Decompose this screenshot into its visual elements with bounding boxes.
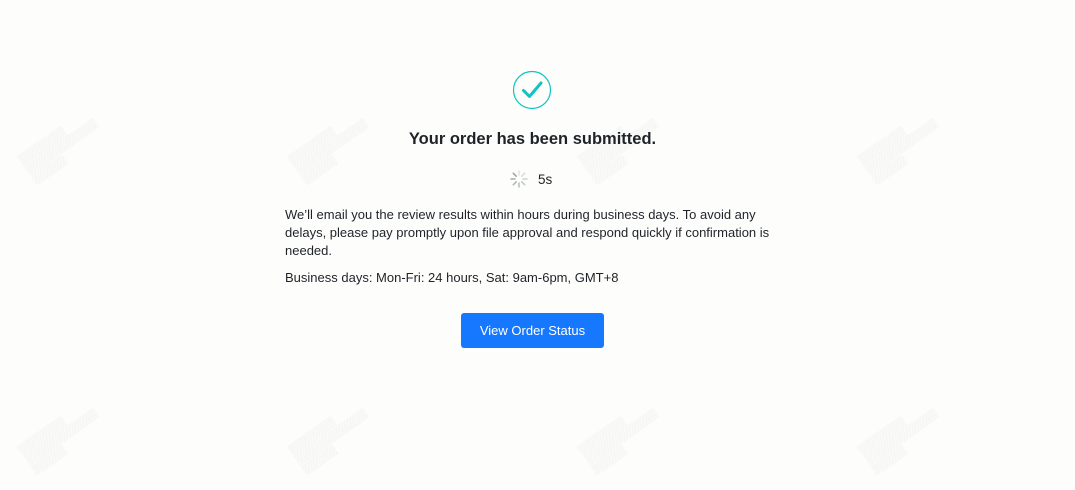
watermark-mark: ▒▒▒▒▒▒▒▒▒▒▒▒▒▒▒▒▒▒▒▒▒▒▒ xyxy=(857,399,947,477)
countdown-value: 5s xyxy=(538,171,553,187)
view-order-status-button[interactable]: View Order Status xyxy=(461,313,604,348)
review-description: We’ll email you the review results withi… xyxy=(285,207,770,258)
watermark-mark: ▒▒▒▒▒▒▒▒▒▒▒▒▒▒▒▒▒▒▒▒▒▒▒ xyxy=(857,109,947,187)
watermark-mark: ▒▒▒▒▒▒▒▒▒▒▒▒▒▒▒▒▒▒▒▒▒▒▒ xyxy=(17,399,107,477)
business-days: Business days: Mon-Fri: 24 hours, Sat: 9… xyxy=(285,270,619,285)
watermark-mark: ▒▒▒▒▒▒▒▒▒▒▒▒▒▒▒▒▒▒▒▒▒▒▒ xyxy=(17,109,107,187)
page-title: Your order has been submitted. xyxy=(408,130,657,148)
loading-spinner-icon xyxy=(510,170,528,188)
watermark-mark: ▒▒▒▒▒▒▒▒▒▒▒▒▒▒▒▒▒▒▒▒▒▒▒ xyxy=(287,399,377,477)
countdown: 5s xyxy=(510,170,552,188)
check-circle-icon xyxy=(512,70,552,110)
watermark-mark: ▒▒▒▒▒▒▒▒▒▒▒▒▒▒▒▒▒▒▒▒▒▒▒ xyxy=(577,399,667,477)
